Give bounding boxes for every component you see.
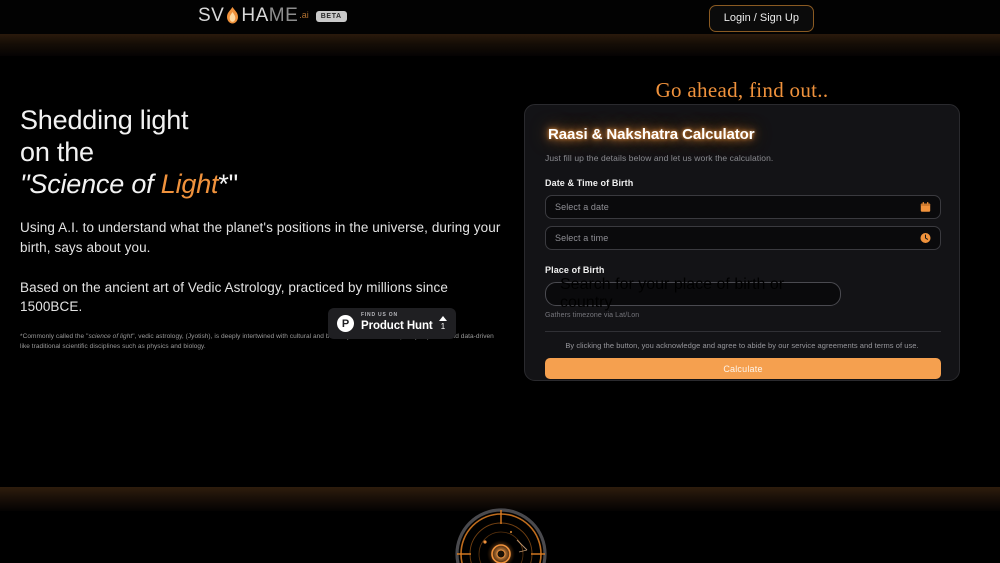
beta-badge: BETA — [315, 11, 347, 22]
logo-suffix: .ai — [299, 10, 309, 20]
logo-part-3: ME — [268, 5, 299, 26]
quote-open: " — [20, 169, 30, 200]
calculator-body: Raasi & Nakshatra Calculator Just fill u… — [525, 105, 959, 379]
login-signup-button[interactable]: Login / Sign Up — [708, 5, 814, 32]
date-time-label: Date & Time of Birth — [545, 178, 634, 188]
terms-disclaimer: By clicking the button, you acknowledge … — [565, 341, 919, 350]
upvote-count: 1 — [440, 321, 446, 331]
time-input-placeholder: Select a time — [555, 233, 609, 243]
product-hunt-icon: P — [337, 315, 354, 332]
clock-icon[interactable] — [920, 232, 931, 244]
calculator-title: Raasi & Nakshatra Calculator — [548, 126, 755, 143]
page-title: Shedding light on the "Science of Light*… — [20, 104, 510, 200]
footnote-part-a: *Commonly called the " — [20, 332, 89, 340]
headline-star: * — [218, 169, 229, 200]
footnote-italic: science of light — [88, 332, 133, 340]
time-input[interactable]: Select a time — [545, 226, 941, 250]
flame-icon — [225, 7, 240, 24]
product-hunt-name: Product Hunt — [361, 320, 433, 333]
quote-close: " — [228, 169, 239, 200]
logo-part-2: HA — [241, 5, 269, 26]
place-input-placeholder: Search for your place of birth or countr… — [560, 276, 785, 311]
product-hunt-badge[interactable]: P FIND US ON Product Hunt 1 — [328, 308, 456, 339]
calculator-eyebrow: Go ahead, find out.. — [655, 78, 829, 102]
hero-paragraph-1: Using A.I. to understand what the planet… — [20, 220, 501, 255]
product-hunt-text: FIND US ON Product Hunt — [361, 313, 435, 333]
date-input-placeholder: Select a date — [555, 202, 609, 212]
product-hunt-upvote[interactable]: 1 — [439, 315, 447, 332]
site-header: SV HA ME .ai BETA Login / Sign Up — [0, 0, 1000, 34]
place-helper-text: Gathers timezone via Lat/Lon — [545, 312, 640, 319]
upvote-arrow-icon — [439, 315, 447, 321]
site-logo[interactable]: SV HA ME .ai BETA — [198, 6, 347, 25]
calculator-subtitle: Just fill up the details below and let u… — [545, 153, 774, 163]
headline-line-3: "Science of Light*" — [20, 169, 238, 199]
headline-accent: Light — [160, 169, 219, 200]
logo-wordmark: SV HA ME .ai — [198, 6, 309, 25]
calendar-icon[interactable] — [920, 202, 931, 213]
headline-line-1: Shedding light — [20, 105, 189, 135]
astrology-wheel-graphic — [455, 508, 547, 563]
page-root: SV HA ME .ai BETA Login / Sign Up Sheddi… — [0, 0, 1000, 563]
logo-part-1: SV — [198, 5, 225, 26]
product-hunt-kicker: FIND US ON — [361, 312, 398, 319]
headline-line-2: on the — [20, 137, 94, 168]
header-gradient-band — [0, 34, 1000, 56]
calculator-card: Raasi & Nakshatra Calculator Just fill u… — [524, 104, 960, 381]
card-divider — [545, 331, 941, 332]
place-search-input[interactable]: Search for your place of birth or countr… — [545, 276, 841, 311]
calculate-button[interactable]: Calculate — [545, 358, 941, 379]
headline-italic: Science of — [29, 169, 161, 200]
place-of-birth-label: Place of Birth — [545, 265, 605, 275]
date-input[interactable]: Select a date — [545, 195, 941, 219]
